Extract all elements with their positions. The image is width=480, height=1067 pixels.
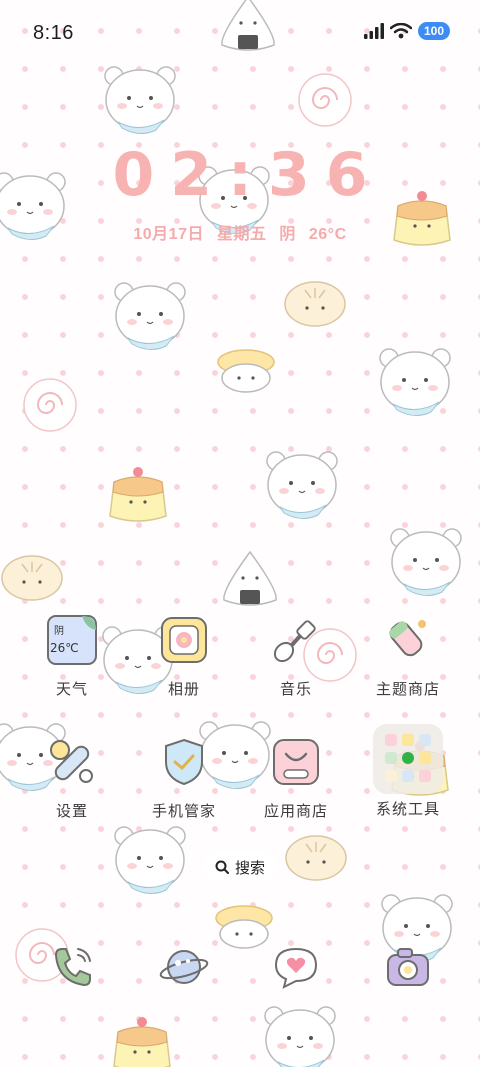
gallery-icon [161,617,207,663]
app-label-app-store: 应用商店 [263,803,328,820]
app-settings[interactable]: 设置 [16,736,128,821]
clock-date: 10月17日 [133,226,204,243]
search-label: 搜索 [234,859,265,877]
messages-heart-icon[interactable] [270,941,322,993]
camera-icon[interactable] [382,941,434,993]
clock-weather: 阴 [279,226,296,243]
cellular-signal-icon [363,23,384,39]
settings-icon [50,740,93,783]
phone-manager-shield-icon [165,738,203,786]
app-label-phone-manager: 手机管家 [151,803,216,820]
app-label-gallery: 相册 [167,681,200,698]
phone-icon[interactable] [46,941,98,993]
status-time: 8:16 [33,22,74,44]
app-label-theme-store: 主题商店 [375,681,440,698]
app-weather[interactable]: 阴 26℃ 天气 [16,614,128,699]
status-bar: 8:16 100 [0,0,480,68]
app-label-weather: 天气 [55,681,88,698]
weather-icon: 阴 26℃ [47,615,97,665]
app-label-system-tools: 系统工具 [375,801,440,818]
app-gallery[interactable]: 相册 [128,614,240,699]
search-icon [215,860,229,874]
folder-preview-icons [385,734,431,782]
clock-temperature: 26°C [308,226,347,243]
app-store-icon [273,739,319,785]
app-music[interactable]: 音乐 [240,614,352,699]
battery-indicator: 100 [417,22,450,40]
search-button[interactable]: 搜索 [203,852,277,882]
clock-weekday: 星期五 [216,226,267,243]
theme-store-icon [389,620,426,657]
app-theme-store[interactable]: 主题商店 [352,614,464,699]
app-app-store[interactable]: 应用商店 [240,736,352,821]
status-indicators: 100 [363,22,450,40]
music-guitar-icon [273,620,316,663]
app-label-music: 音乐 [279,681,312,698]
app-system-tools-folder[interactable]: 系统工具 [352,724,464,819]
app-label-settings: 设置 [55,803,88,820]
system-tools-folder-icon [373,724,443,794]
weather-widget-temp: 26℃ [50,641,79,655]
browser-planet-icon[interactable] [158,941,210,993]
weather-widget-condition: 阴 [54,625,64,637]
clock-widget[interactable]: 02:36 [0,140,480,210]
wifi-icon [389,23,412,39]
clock-time: 02:36 [112,140,384,210]
clock-date-line: 10月17日 星期五 阴 26°C [0,220,480,244]
app-phone-manager[interactable]: 手机管家 [128,736,240,821]
